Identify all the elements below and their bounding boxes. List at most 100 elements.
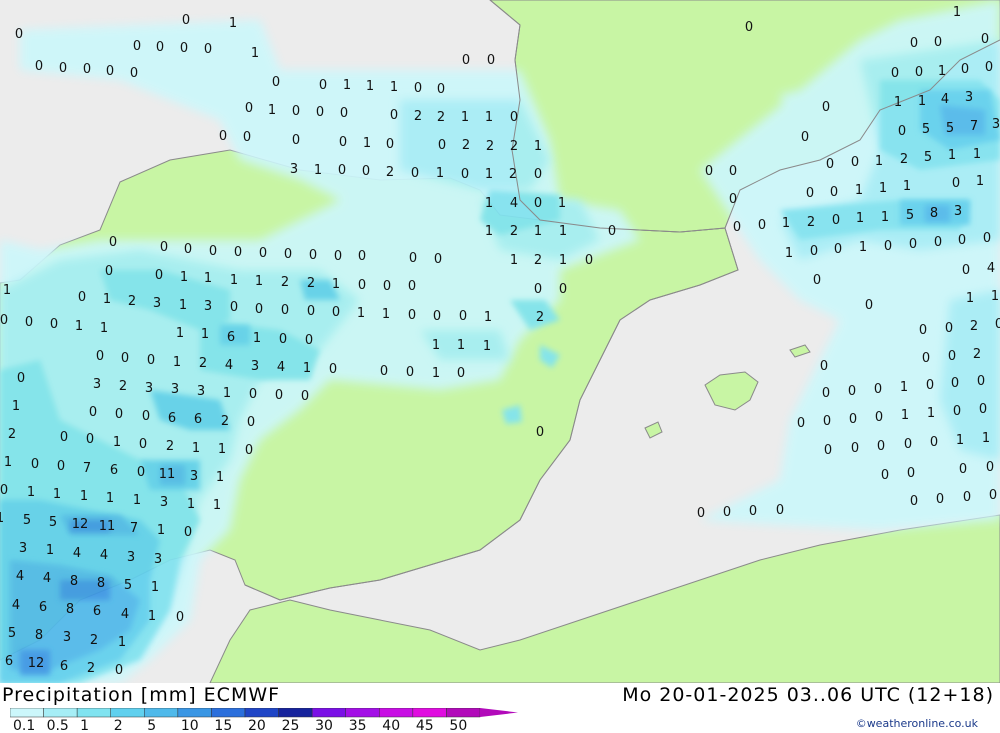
precip-value: 0 — [826, 157, 834, 172]
precip-value: 0 — [105, 264, 113, 279]
precip-value: 2 — [166, 439, 174, 454]
precip-value: 0 — [358, 249, 366, 264]
precip-value: 1 — [216, 470, 224, 485]
precip-value: 0 — [922, 351, 930, 366]
precip-value: 1 — [461, 110, 469, 125]
precip-value: 0 — [160, 240, 168, 255]
precip-value: 0 — [292, 133, 300, 148]
precip-value: 0 — [408, 308, 416, 323]
precip-value: 0 — [59, 61, 67, 76]
precip-value: 0 — [962, 263, 970, 278]
precip-value: 0 — [959, 462, 967, 477]
precip-value: 0 — [279, 332, 287, 347]
precip-value: 2 — [973, 347, 981, 362]
precip-value: 1 — [559, 253, 567, 268]
legend-label: 40 — [382, 718, 400, 732]
precip-value: 0 — [380, 364, 388, 379]
precip-value: 1 — [855, 183, 863, 198]
precip-value: 0 — [182, 13, 190, 28]
precip-value: 0 — [437, 82, 445, 97]
precip-value: 1 — [343, 78, 351, 93]
precip-value: 0 — [874, 382, 882, 397]
precip-value: 1 — [148, 609, 156, 624]
precip-value: 1 — [927, 406, 935, 421]
precip-value: 0 — [180, 41, 188, 56]
precip-value: 0 — [958, 233, 966, 248]
precip-value: 8 — [97, 576, 105, 591]
precip-value: 0 — [608, 224, 616, 239]
precip-value: 0 — [31, 457, 39, 472]
precip-value: 0 — [184, 242, 192, 257]
precip-value: 0 — [272, 75, 280, 90]
precip-value: 0 — [822, 100, 830, 115]
precip-value: 3 — [204, 299, 212, 314]
precip-value: 0 — [247, 415, 255, 430]
precip-value: 0 — [830, 185, 838, 200]
precip-value: 0 — [834, 242, 842, 257]
precip-value: 0 — [865, 298, 873, 313]
precip-value: 0 — [729, 192, 737, 207]
precip-value: 1 — [956, 433, 964, 448]
precip-value: 0 — [434, 252, 442, 267]
precip-value: 2 — [281, 275, 289, 290]
precip-value: 0 — [301, 389, 309, 404]
precip-value: 0 — [749, 504, 757, 519]
precip-value: 0 — [510, 110, 518, 125]
precip-value: 0 — [776, 503, 784, 518]
precip-value: 1 — [948, 148, 956, 163]
precip-value: 2 — [199, 356, 207, 371]
precip-value: 0 — [934, 235, 942, 250]
precip-value: 1 — [881, 210, 889, 225]
precip-value: 0 — [60, 430, 68, 445]
precip-value: 0 — [851, 155, 859, 170]
precip-value: 0 — [822, 386, 830, 401]
precip-value: 0 — [534, 167, 542, 182]
precip-value: 0 — [139, 437, 147, 452]
precip-value: 0 — [209, 244, 217, 259]
precip-value: 1 — [75, 319, 83, 334]
precip-value: 0 — [797, 416, 805, 431]
precip-value: 0 — [910, 36, 918, 51]
precip-value: 0 — [414, 81, 422, 96]
precip-value: 0 — [697, 506, 705, 521]
precip-value: 0 — [875, 410, 883, 425]
precip-value: 1 — [432, 338, 440, 353]
precip-value: 0 — [259, 246, 267, 261]
precip-value: 1 — [53, 487, 61, 502]
precip-value: 2 — [8, 427, 16, 442]
precip-value: 3 — [153, 296, 161, 311]
credit-link[interactable]: ©weatheronline.co.uk — [856, 717, 978, 730]
precip-value: 12 — [72, 517, 89, 532]
precip-value: 0 — [0, 483, 8, 498]
precip-value: 0 — [915, 65, 923, 80]
precip-value: 0 — [115, 663, 123, 678]
precip-value: 11 — [99, 519, 116, 534]
precip-value: 2 — [128, 294, 136, 309]
precip-value: 0 — [147, 353, 155, 368]
legend-swatches — [10, 708, 518, 718]
legend-label: 15 — [214, 718, 232, 732]
precip-value: 0 — [284, 247, 292, 262]
precip-value: 1 — [229, 16, 237, 31]
legend-label: 2 — [114, 718, 123, 732]
precip-value: 1 — [201, 327, 209, 342]
precip-value: 0 — [83, 62, 91, 77]
precip-value: 2 — [534, 253, 542, 268]
precip-value: 2 — [509, 167, 517, 182]
precip-value: 0 — [281, 303, 289, 318]
precip-value: 1 — [485, 110, 493, 125]
precip-value: 6 — [110, 463, 118, 478]
precip-value: 1 — [268, 103, 276, 118]
precip-value: 1 — [432, 366, 440, 381]
precip-value: 6 — [227, 330, 235, 345]
precip-value: 1 — [118, 635, 126, 650]
precip-value: 0 — [459, 309, 467, 324]
legend-swatch — [177, 708, 212, 718]
precip-value: 1 — [483, 339, 491, 354]
precip-value: 0 — [979, 402, 987, 417]
precip-value: 0 — [977, 374, 985, 389]
precip-value: 1 — [357, 306, 365, 321]
precip-value: 1 — [457, 338, 465, 353]
precip-value: 0 — [559, 282, 567, 297]
precip-value: 3 — [127, 550, 135, 565]
